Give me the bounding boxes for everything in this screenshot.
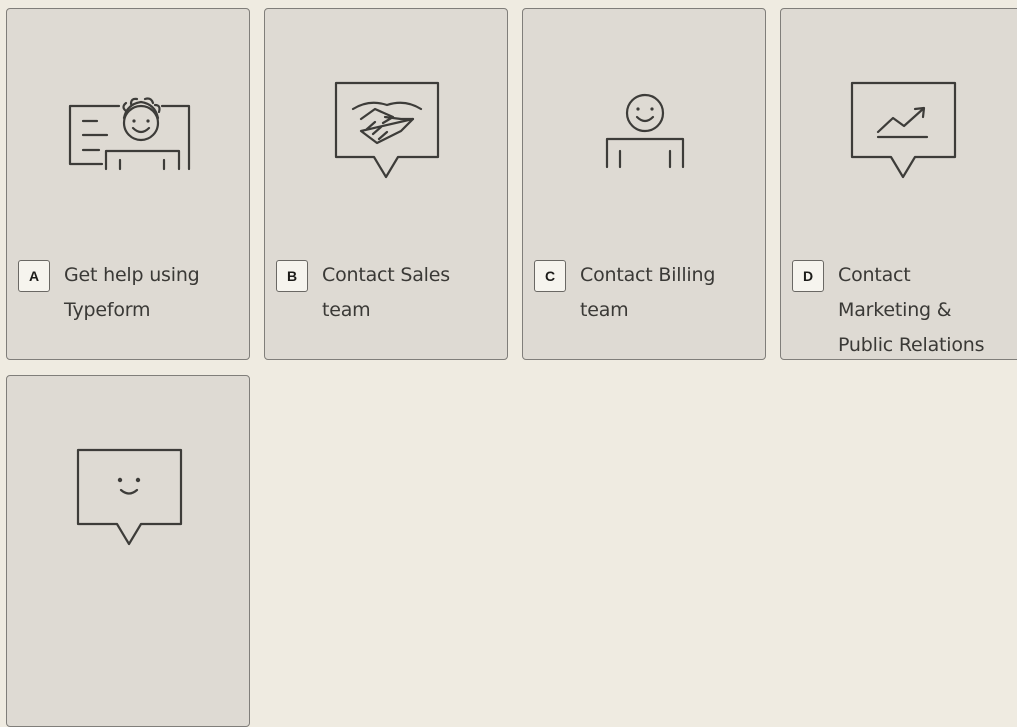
key-badge-c: C <box>534 260 566 292</box>
choice-card-c[interactable]: C Contact Billing team <box>522 8 766 360</box>
trending-chart-icon <box>781 71 1017 196</box>
choice-text-c: Contact Billing team <box>580 264 716 321</box>
key-badge-b: B <box>276 260 308 292</box>
choice-card-b[interactable]: B Contact Sales team <box>264 8 508 360</box>
key-badge-a: A <box>18 260 50 292</box>
choice-label-b: B Contact Sales team <box>276 258 499 328</box>
choice-card-e[interactable] <box>6 375 250 727</box>
choice-card-a[interactable]: A Get help using Typeform <box>6 8 250 360</box>
choice-label-c: C Contact Billing team <box>534 258 757 328</box>
choice-label-a: A Get help using Typeform <box>18 258 241 328</box>
choice-text-b: Contact Sales team <box>322 264 450 321</box>
person-icon <box>523 71 767 196</box>
choice-text-a: Get help using Typeform <box>64 264 200 321</box>
choice-card-d[interactable]: D Contact Marketing & Public Relations <box>780 8 1017 360</box>
choice-text-d: Contact Marketing & Public Relations <box>838 264 985 356</box>
smiley-chat-icon <box>7 438 251 563</box>
support-person-icon <box>7 71 251 196</box>
key-badge-d: D <box>792 260 824 292</box>
handshake-icon <box>265 71 509 196</box>
choice-label-d: D Contact Marketing & Public Relations <box>792 258 1015 363</box>
